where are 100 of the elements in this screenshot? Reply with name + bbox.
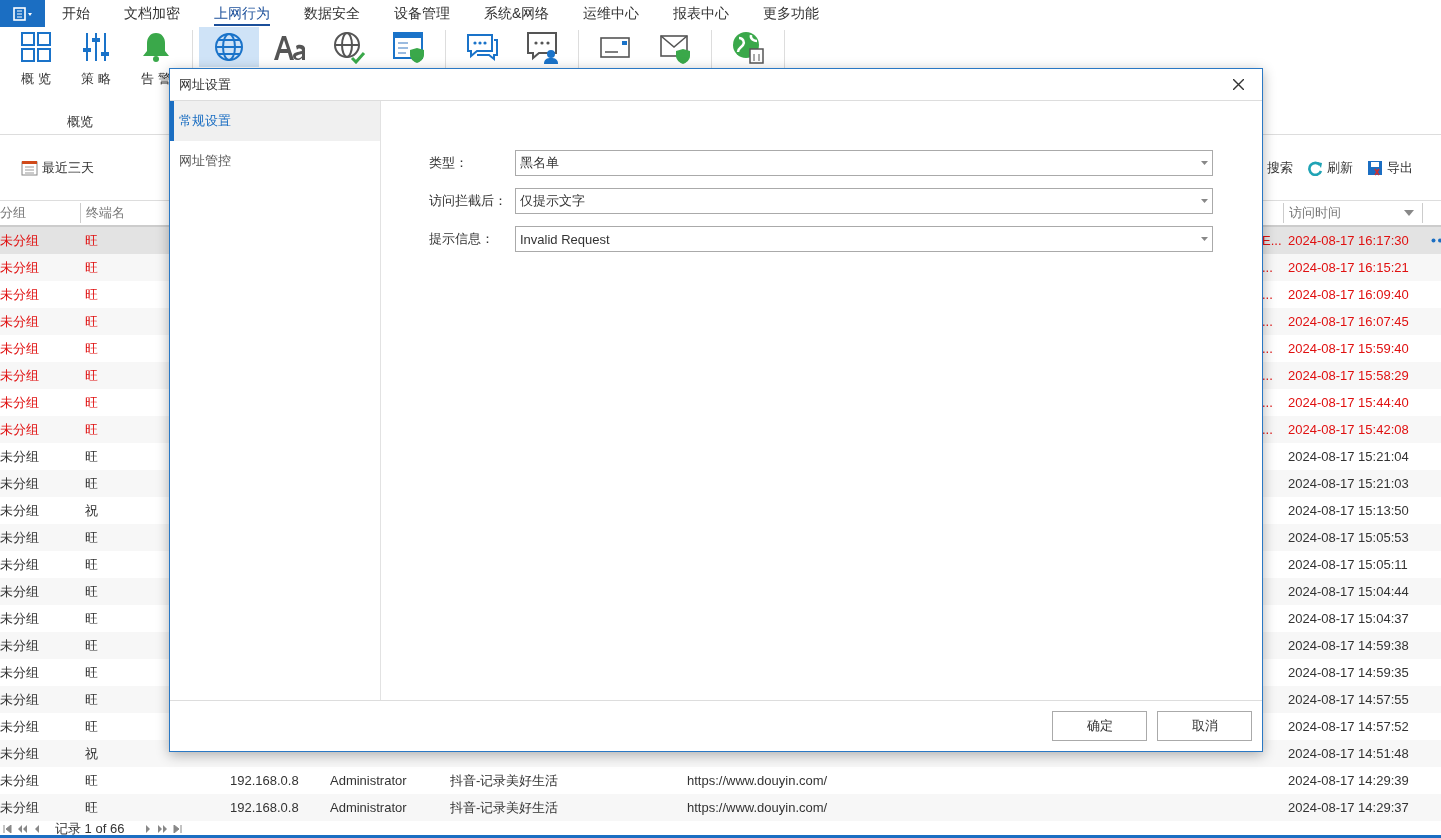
- table-cell-text: 未分组: [0, 339, 40, 358]
- table-cell-text: 未分组: [0, 663, 40, 682]
- table-cell-text: 旺: [84, 528, 99, 547]
- menu-tab[interactable]: 上网行为: [197, 0, 287, 27]
- column-header[interactable]: 分组: [0, 203, 80, 223]
- menu-tab[interactable]: 报表中心: [656, 0, 747, 27]
- fast-back-button[interactable]: [17, 825, 28, 833]
- dialog-button[interactable]: 取消: [1157, 711, 1252, 741]
- field-label: 提示信息：: [429, 230, 495, 248]
- refresh-button[interactable]: 刷新: [1303, 158, 1357, 177]
- menu-tab[interactable]: 文档加密: [107, 0, 197, 27]
- table-cell-text: 未分组: [0, 771, 40, 790]
- table-cell-text: 旺: [84, 258, 99, 277]
- dropdown-field[interactable]: 黑名单: [515, 150, 1213, 176]
- table-cell-text: 抖音-记录美好生活: [449, 798, 560, 817]
- table-cell-text: 未分组: [0, 528, 40, 547]
- table-cell-text: 2024-08-17 16:15:21: [1287, 260, 1410, 275]
- table-cell-text: 2024-08-17 15:21:03: [1287, 476, 1410, 491]
- ribbon-button[interactable]: 策 略: [66, 27, 126, 89]
- column-header[interactable]: 访问时间: [1283, 203, 1423, 223]
- table-cell-text: 2024-08-17 15:04:44: [1287, 584, 1410, 599]
- field-label: 类型：: [429, 154, 469, 172]
- table-cell-text: 旺: [84, 555, 99, 574]
- table-cell-text: 2024-08-17 15:21:04: [1287, 449, 1410, 464]
- table-cell-text: 未分组: [0, 393, 40, 412]
- table-cell-text: 旺: [84, 609, 99, 628]
- table-cell-text: 旺: [84, 285, 99, 304]
- table-cell-text: 未分组: [0, 474, 40, 493]
- ribbon-button[interactable]: [199, 27, 259, 67]
- next-icon: [143, 825, 153, 833]
- menu-tab[interactable]: 运维中心: [566, 0, 657, 27]
- dropdown-arrow-icon: [1201, 161, 1208, 165]
- last-page-button[interactable]: [172, 825, 184, 833]
- menu-tab[interactable]: 更多功能: [746, 0, 837, 27]
- table-cell-text: 旺: [84, 474, 99, 493]
- dropdown-arrow-icon: [1201, 237, 1208, 241]
- grid-icon: [19, 30, 53, 64]
- table-cell-text: ...: [1261, 341, 1274, 356]
- dropdown-arrow-icon: [1201, 199, 1208, 203]
- menu-tab[interactable]: 设备管理: [377, 0, 467, 27]
- table-cell-text: 2024-08-17 14:29:37: [1287, 800, 1410, 815]
- field-label: 访问拦截后：: [429, 192, 508, 210]
- table-cell-text: 2024-08-17 15:04:37: [1287, 611, 1410, 626]
- menu-icon: [12, 6, 33, 21]
- ribbon-button[interactable]: 概 览: [6, 27, 66, 89]
- table-cell-text: 旺: [84, 690, 99, 709]
- first-page-button[interactable]: [2, 825, 13, 833]
- menu-tab[interactable]: 数据安全: [287, 0, 377, 27]
- table-cell-text: 未分组: [0, 609, 40, 628]
- nav-item[interactable]: 常规设置: [170, 101, 380, 141]
- table-cell-text: 旺: [84, 393, 99, 412]
- table-cell-text: 旺: [84, 636, 99, 655]
- dropdown-field[interactable]: Invalid Request: [515, 226, 1213, 252]
- dropdown-arrow-icon: [1404, 210, 1414, 216]
- dropdown-field[interactable]: 仅提示文字: [515, 188, 1213, 214]
- date-range-button[interactable]: 最近三天: [17, 158, 98, 177]
- fast-back-icon: [18, 825, 27, 833]
- table-cell-text: 2024-08-17 16:09:40: [1287, 287, 1410, 302]
- export-button[interactable]: 导出: [1363, 158, 1417, 177]
- table-cell-text: 未分组: [0, 366, 40, 385]
- menu-tab[interactable]: 开始: [45, 0, 107, 27]
- table-cell-text: 旺: [84, 312, 99, 331]
- table-cell-text: 2024-08-17 15:59:40: [1287, 341, 1410, 356]
- table-cell-text: 旺: [84, 771, 99, 790]
- table-cell-text: ...: [1261, 287, 1274, 302]
- table-cell-text: 2024-08-17 15:44:40: [1287, 395, 1410, 410]
- app-menu-button[interactable]: [0, 0, 45, 27]
- table-cell-text: 未分组: [0, 798, 40, 817]
- table-cell-text: 未分组: [0, 690, 40, 709]
- menu-tab[interactable]: 系统&网络: [467, 0, 567, 27]
- table-cell-text: 2024-08-17 14:59:38: [1287, 638, 1410, 653]
- table-cell-text: 2024-08-17 14:59:35: [1287, 665, 1410, 680]
- table-cell-text: 未分组: [0, 636, 40, 655]
- first-page-icon: [3, 825, 12, 833]
- table-cell-text: 192.168.0.8: [229, 773, 300, 788]
- table-cell-text: 未分组: [0, 501, 40, 520]
- table-cell-text: 2024-08-17 16:07:45: [1287, 314, 1410, 329]
- table-cell-text: ...: [1261, 314, 1274, 329]
- table-cell-text: 祝: [84, 744, 99, 763]
- table-cell-text: 未分组: [0, 231, 40, 250]
- table-cell-text: 旺: [84, 582, 99, 601]
- fast-forward-icon: [158, 825, 168, 833]
- fast-forward-button[interactable]: [157, 825, 169, 833]
- table-cell-text: 192.168.0.8: [229, 800, 300, 815]
- table-cell-text: 旺: [84, 717, 99, 736]
- calendar-icon: [21, 159, 38, 176]
- table-cell-text: 2024-08-17 15:13:50: [1287, 503, 1410, 518]
- nav-item[interactable]: 网址管控: [170, 141, 380, 181]
- previous-icon: [33, 825, 42, 833]
- table-cell-text: 旺: [84, 420, 99, 439]
- table-cell-text: 旺: [84, 663, 99, 682]
- dialog-title: 网址设置: [179, 75, 231, 94]
- table-cell-text: 未分组: [0, 582, 40, 601]
- table-row[interactable]: 未分组 旺 192.168.0.8 Administrator 抖音-记录美好生活 https://www.douyin.com/ 2024-08-17 14:29:37: [0, 794, 1441, 821]
- table-cell-text: ...: [1261, 395, 1274, 410]
- table-cell-text: Administrator: [329, 773, 408, 788]
- table-cell-text: 2024-08-17 14:51:48: [1287, 746, 1410, 761]
- dialog-button[interactable]: 确定: [1052, 711, 1147, 741]
- table-row[interactable]: 未分组 旺 192.168.0.8 Administrator 抖音-记录美好生活 https://www.douyin.com/ 2024-08-17 14:29:39: [0, 767, 1441, 794]
- table-cell-text: 旺: [84, 798, 99, 817]
